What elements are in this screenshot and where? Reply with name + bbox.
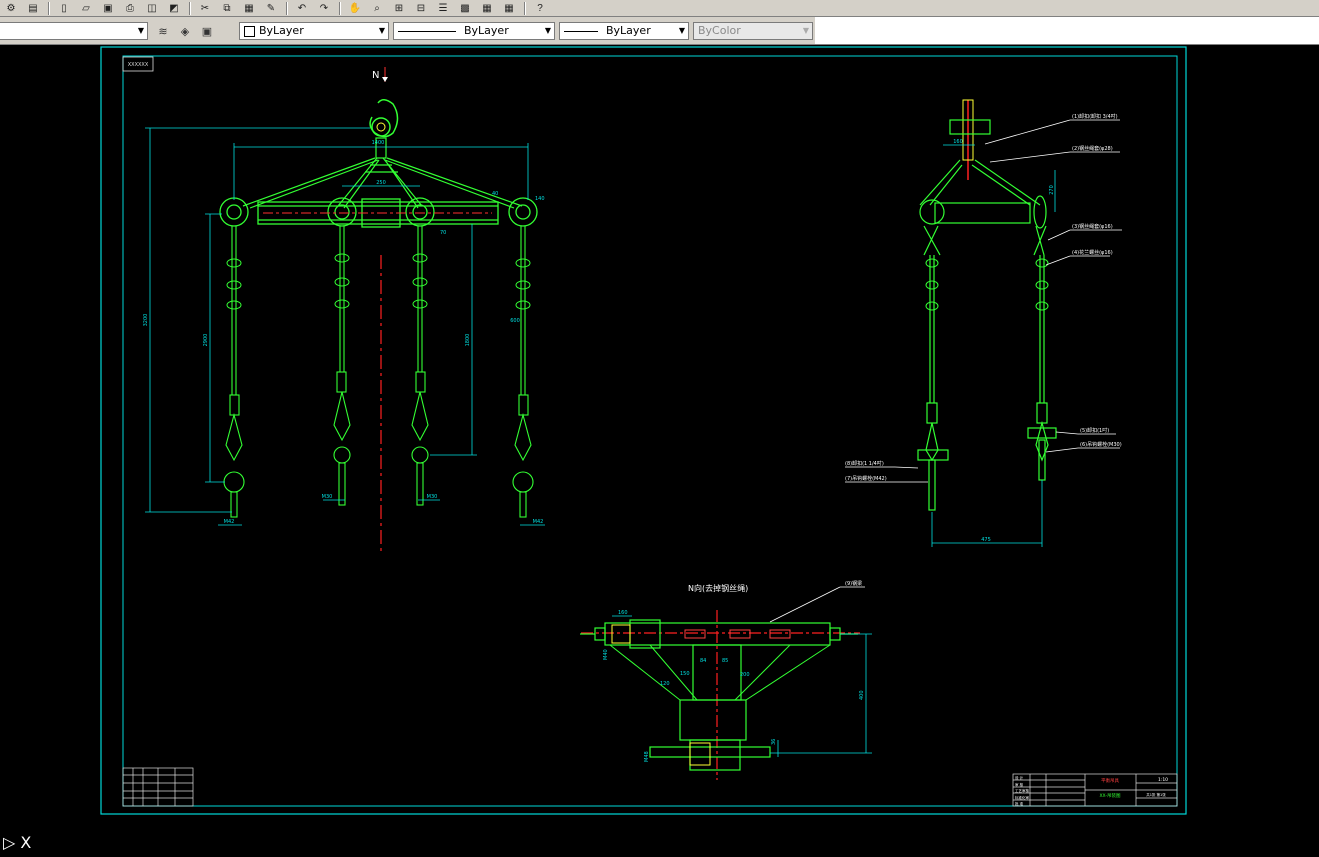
tb-drawing-no: XX-吊装图 [1099, 792, 1121, 799]
toolbar-separator [524, 1, 525, 15]
dim-2900: 2900 [203, 334, 209, 347]
new-file-icon[interactable]: ▯ [55, 1, 73, 15]
ucs-icon: ▷ X [3, 833, 32, 852]
save-icon[interactable]: ▣ [99, 1, 117, 15]
view-direction-label: N [372, 70, 379, 81]
plan-dim-84: 84 [700, 658, 706, 664]
cut-icon[interactable]: ✂ [196, 1, 214, 15]
tb-drawing-name: 平衡吊具 [1101, 777, 1119, 784]
lineweight-preview [564, 30, 598, 32]
callout-9: (9)钢梁 [845, 580, 862, 587]
callout-4: (4)花兰螺丝(φ16) [1072, 249, 1113, 256]
tb-row-design: 设 计 [1015, 775, 1024, 780]
tool-palette-icon[interactable]: ▦ [478, 1, 496, 15]
design-center-icon[interactable]: ▩ [456, 1, 474, 15]
properties-toolbar: ▼ ≋ ◈ ▣ ByLayer ▼ ByLayer ▼ ByLayer ▼ By… [0, 17, 815, 45]
lineweight-control-dropdown[interactable]: ByLayer ▼ [559, 22, 689, 40]
callout-3: (3)钢丝绳套(φ16) [1072, 223, 1113, 230]
tb-row-check: 审 核 [1015, 782, 1024, 787]
make-current-layer-icon[interactable]: ◈ [176, 22, 194, 40]
callout-2: (2)钢丝绳套(φ28) [1072, 145, 1113, 152]
match-properties-icon[interactable]: ✎ [262, 1, 280, 15]
dim-600: 600 [510, 318, 520, 324]
plan-dim-160: 160 [618, 610, 628, 616]
dim-160: 160 [953, 139, 963, 145]
linetype-control-dropdown[interactable]: ByLayer ▼ [393, 22, 555, 40]
dim-1400: 1400 [372, 140, 385, 146]
tb-row-process: 工艺审核 [1015, 788, 1030, 793]
tb-row-standard: 标准化审 [1015, 795, 1030, 800]
dim-m42-left: M42 [224, 519, 235, 525]
plan-dim-120: 120 [660, 681, 670, 687]
layer-previous-icon[interactable]: ▣ [198, 22, 216, 40]
plan-dim-m40: M40 [603, 649, 609, 660]
open-file-icon[interactable]: ▱ [77, 1, 95, 15]
plan-dim-400: 400 [859, 690, 865, 700]
printer-icon[interactable]: ▤ [24, 1, 42, 15]
toolbar-separator [189, 1, 190, 15]
dim-475: 475 [981, 537, 991, 543]
tb-scale: 1:10 [1158, 777, 1168, 783]
pan-icon[interactable]: ✋ [346, 1, 364, 15]
toolbar-dock-empty [815, 17, 1319, 45]
tb-sheet: 共1张 第1张 [1146, 792, 1166, 797]
color-value: ByLayer [259, 24, 304, 37]
plan-dim-150: 150 [680, 671, 690, 677]
plan-dim-85: 85 [722, 658, 728, 664]
linetype-value: ByLayer [464, 24, 509, 37]
callout-8: (8)卸扣(1 1/4吋) [845, 460, 884, 467]
drawing-canvas[interactable]: XXXXXX N 1400 3200 2900 1800 250 M42 M42… [0, 45, 1319, 857]
gear-icon[interactable]: ⚙ [2, 1, 20, 15]
toolbar-separator [286, 1, 287, 15]
callout-6: (6)吊钩螺栓(M30) [1080, 441, 1122, 448]
dim-1800: 1800 [465, 334, 471, 347]
callout-1: (1)卸扣(卸扣 3/4吋) [1072, 113, 1118, 120]
properties-icon[interactable]: ☰ [434, 1, 452, 15]
color-control-dropdown[interactable]: ByLayer ▼ [239, 22, 389, 40]
dim-3200: 3200 [143, 314, 149, 327]
lineweight-value: ByLayer [606, 24, 651, 37]
zoom-realtime-icon[interactable]: ⌕ [368, 1, 386, 15]
dim-140: 140 [535, 196, 545, 202]
preview-icon[interactable]: ◫ [143, 1, 161, 15]
undo-icon[interactable]: ↶ [293, 1, 311, 15]
dim-m30-left: M30 [322, 494, 333, 500]
dim-m42-right: M42 [533, 519, 544, 525]
dim-270: 270 [1049, 185, 1055, 195]
layer-states-icon[interactable]: ≋ [154, 22, 172, 40]
copy-icon[interactable]: ⧉ [218, 1, 236, 15]
zoom-previous-icon[interactable]: ⊟ [412, 1, 430, 15]
dim-m30-right: M30 [427, 494, 438, 500]
toolbar-separator [48, 1, 49, 15]
tb-row-approve: 批 准 [1015, 801, 1024, 806]
zoom-window-icon[interactable]: ⊞ [390, 1, 408, 15]
publish-icon[interactable]: ◩ [165, 1, 183, 15]
section-label: N向(去掉钢丝绳) [688, 583, 748, 593]
plotstyle-value: ByColor [698, 24, 741, 37]
corner-stamp-text: XXXXXX [128, 62, 149, 68]
print-icon[interactable]: ⎙ [121, 1, 139, 15]
color-swatch [244, 25, 255, 37]
plan-dim-200: 200 [740, 672, 750, 678]
plan-dim-36: 36 [771, 739, 777, 745]
plotstyle-control-dropdown[interactable]: ByColor ▼ [693, 22, 813, 40]
standard-toolbar: ⚙ ▤ ▯ ▱ ▣ ⎙ ◫ ◩ ✂ ⧉ ▦ ✎ ↶ ↷ ✋ ⌕ ⊞ ⊟ ☰ ▩ ▦ ▦? [0, 0, 1319, 17]
toolbar-separator [339, 1, 340, 15]
callout-7: (7)吊钩螺栓(M42) [845, 475, 887, 482]
linetype-preview [398, 30, 456, 32]
layer-dropdown[interactable]: ▼ [0, 22, 148, 40]
plan-dim-m48: M48 [644, 751, 650, 762]
dim-250: 250 [376, 180, 386, 186]
callout-5: (5)卸扣(1吋) [1080, 427, 1109, 434]
calculator-icon[interactable]: ▦ [500, 1, 518, 15]
dim-40: 40 [492, 191, 498, 197]
help-icon[interactable]: ? [531, 1, 549, 15]
paste-icon[interactable]: ▦ [240, 1, 258, 15]
dim-70: 70 [440, 230, 446, 236]
redo-icon[interactable]: ↷ [315, 1, 333, 15]
